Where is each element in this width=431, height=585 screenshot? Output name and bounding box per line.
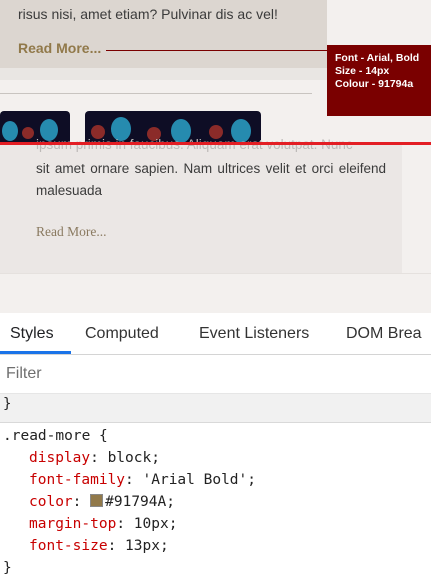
annotation-size: Size - 14px bbox=[335, 65, 390, 77]
read-more-link[interactable]: Read More... bbox=[18, 40, 101, 56]
devtools-tab-bar: Styles Computed Event Listeners DOM Brea bbox=[0, 313, 431, 355]
css-declaration[interactable]: font-family: 'Arial Bold'; bbox=[29, 472, 256, 488]
annotation-font: Font - Arial, Bold bbox=[335, 52, 420, 64]
tab-computed[interactable]: Computed bbox=[85, 325, 159, 343]
page-footer-band bbox=[0, 273, 431, 313]
css-value[interactable]: block; bbox=[108, 450, 160, 466]
read-more-link[interactable]: Read More... bbox=[36, 224, 106, 240]
rule-close-brace: } bbox=[3, 560, 12, 576]
css-value[interactable]: 10px; bbox=[134, 516, 178, 532]
card-shadow-strip bbox=[0, 68, 327, 80]
css-selector[interactable]: .read-more { bbox=[3, 428, 108, 444]
annotation-leader-line bbox=[106, 50, 330, 51]
article-card-top: risus nisi, amet etiam? Pulvinar dis ac … bbox=[0, 0, 327, 68]
filter-bar bbox=[0, 355, 431, 394]
css-property[interactable]: font-size bbox=[29, 538, 108, 554]
css-property[interactable]: display bbox=[29, 450, 90, 466]
css-value[interactable]: 'Arial Bold'; bbox=[143, 472, 257, 488]
css-rule-read-more: .read-more { display: block; font-family… bbox=[0, 423, 431, 585]
font-annotation-callout: Font - Arial, Bold Size - 14px Colour - … bbox=[327, 45, 431, 116]
css-value[interactable]: #91794A; bbox=[105, 494, 175, 510]
filter-input[interactable] bbox=[6, 363, 306, 385]
tab-dom-breakpoints[interactable]: DOM Brea bbox=[346, 325, 422, 343]
css-declaration[interactable]: font-size: 13px; bbox=[29, 538, 169, 554]
color-swatch-icon[interactable] bbox=[90, 494, 104, 507]
css-declaration[interactable]: color: #91794A; bbox=[29, 494, 175, 510]
css-property[interactable]: font-family bbox=[29, 472, 125, 488]
card-excerpt: risus nisi, amet etiam? Pulvinar dis ac … bbox=[18, 6, 278, 22]
devtools-styles-panel: Styles Computed Event Listeners DOM Brea… bbox=[0, 313, 431, 585]
divider bbox=[0, 93, 312, 94]
css-property[interactable]: color bbox=[29, 494, 73, 510]
previous-rule: } bbox=[0, 394, 431, 423]
highlight-guide-line bbox=[0, 142, 431, 145]
card-excerpt: sit amet ornare sapien. Nam ultrices vel… bbox=[36, 161, 386, 198]
annotation-colour: Colour - 91794a bbox=[335, 78, 414, 90]
page-preview: risus nisi, amet etiam? Pulvinar dis ac … bbox=[0, 0, 431, 313]
rule-close-brace: } bbox=[3, 396, 12, 412]
active-tab-indicator bbox=[0, 351, 71, 354]
css-value[interactable]: 13px; bbox=[125, 538, 169, 554]
css-declaration[interactable]: margin-top: 10px; bbox=[29, 516, 177, 532]
css-declaration[interactable]: display: block; bbox=[29, 450, 160, 466]
css-property[interactable]: margin-top bbox=[29, 516, 116, 532]
tab-event-listeners[interactable]: Event Listeners bbox=[199, 325, 309, 343]
tab-styles[interactable]: Styles bbox=[10, 325, 54, 343]
